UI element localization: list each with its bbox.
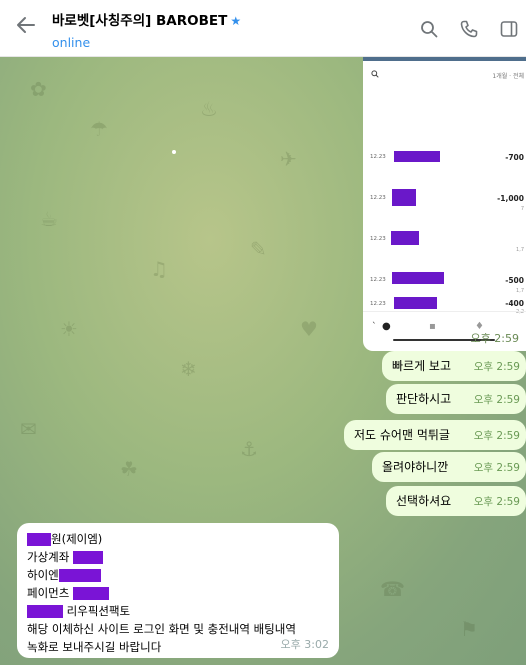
verified-star-icon: ★ xyxy=(230,14,242,28)
online-status: online xyxy=(52,35,91,50)
doodle-icon: ✎ xyxy=(250,237,267,261)
sidebar-toggle-icon[interactable] xyxy=(498,18,520,40)
doodle-icon: ☀ xyxy=(60,317,78,341)
redaction-mask xyxy=(27,533,51,546)
redaction-mask xyxy=(392,189,416,206)
image-message[interactable]: 1개월 · 전체 12.23 -700 12.23 -1,000 7 12.23… xyxy=(363,57,526,351)
outgoing-message[interactable]: 올려야하니깐 오후 2:59 xyxy=(372,452,526,482)
doodle-icon: ⚑ xyxy=(460,617,478,641)
doodle-icon: ⚓ xyxy=(240,437,258,461)
doodle-icon: ✈ xyxy=(280,147,297,171)
doodle-icon: ♥ xyxy=(300,317,318,341)
telegram-chat-window: 바로벳[사칭주의] BAROBET ★ online ✿ ☂ ♨ ✈ ☕ ♫ ✎ … xyxy=(0,0,526,665)
search-icon[interactable] xyxy=(418,18,440,40)
doodle-icon: ♨ xyxy=(200,97,218,121)
chat-title: 바로벳[사칭주의] BAROBET xyxy=(52,13,228,29)
outgoing-message[interactable]: 빠르게 보고 오후 2:59 xyxy=(382,351,526,381)
message-time: 오후 2:59 xyxy=(470,332,519,345)
doodle-icon: ☎ xyxy=(380,577,405,601)
redaction-mask xyxy=(27,605,63,618)
grid-icon: ▪ xyxy=(429,321,436,332)
doodle-icon: ❄ xyxy=(180,357,197,381)
transaction-row: 12.23 1,7 xyxy=(363,225,526,255)
outgoing-message[interactable]: 판단하시고 오후 2:59 xyxy=(386,384,526,414)
back-arrow-icon[interactable] xyxy=(12,14,40,42)
screenshot-month-filter: 1개월 · 전체 xyxy=(492,73,524,80)
header-actions xyxy=(418,18,520,40)
message-time: 오후 2:59 xyxy=(473,394,520,406)
transaction-row: 12.23 -400 2,2 xyxy=(370,297,524,315)
doodle-icon: ✿ xyxy=(30,77,47,101)
incoming-message[interactable]: 원(제이엠) 가상계좌 하이엔 페이먼츠 리우픽션팩토 해당 이체하신 사이트 … xyxy=(17,523,339,658)
message-time: 오후 2:59 xyxy=(473,430,520,442)
person-icon: ● xyxy=(382,321,391,332)
redaction-mask xyxy=(394,151,440,162)
message-time: 오후 2:59 xyxy=(473,462,520,474)
search-icon xyxy=(371,70,379,81)
doodle-icon: ☘ xyxy=(120,457,138,481)
screenshot-top-bar xyxy=(363,57,526,61)
chat-title-area[interactable]: 바로벳[사칭주의] BAROBET ★ online xyxy=(52,9,241,50)
background-dot xyxy=(172,150,176,154)
message-line: 가상계좌 xyxy=(27,548,329,566)
phone-icon[interactable] xyxy=(458,18,480,40)
redaction-mask xyxy=(394,297,437,309)
doodle-icon: ☕ xyxy=(40,207,58,231)
transaction-row: 12.23 -1,000 7 xyxy=(363,184,526,214)
transaction-row: 12.23 -500 1,7 xyxy=(363,266,526,296)
message-line: 하이엔 xyxy=(27,566,329,584)
message-line: 페이먼츠 xyxy=(27,584,329,602)
image-caption: ` xyxy=(372,322,377,332)
redaction-mask xyxy=(72,587,109,600)
message-line: 리우픽션팩토 xyxy=(27,602,329,620)
outgoing-message[interactable]: 저도 슈어맨 먹튀글 오후 2:59 xyxy=(344,420,526,450)
redaction-mask xyxy=(72,551,103,564)
message-line: 원(제이엠) xyxy=(27,530,329,548)
message-time: 오후 3:02 xyxy=(280,638,329,651)
outgoing-message[interactable]: 선택하셔요 오후 2:59 xyxy=(386,486,526,516)
transaction-row: 12.23 -700 xyxy=(370,151,524,162)
message-time: 오후 2:59 xyxy=(473,361,520,373)
doodle-icon: ✉ xyxy=(20,417,37,441)
message-time: 오후 2:59 xyxy=(473,496,520,508)
redaction-mask xyxy=(392,272,444,284)
doodle-icon: ☂ xyxy=(90,117,108,141)
redaction-mask xyxy=(58,569,101,582)
chat-header: 바로벳[사칭주의] BAROBET ★ online xyxy=(0,0,526,57)
redaction-mask xyxy=(391,231,419,245)
doodle-icon: ♫ xyxy=(150,257,168,281)
